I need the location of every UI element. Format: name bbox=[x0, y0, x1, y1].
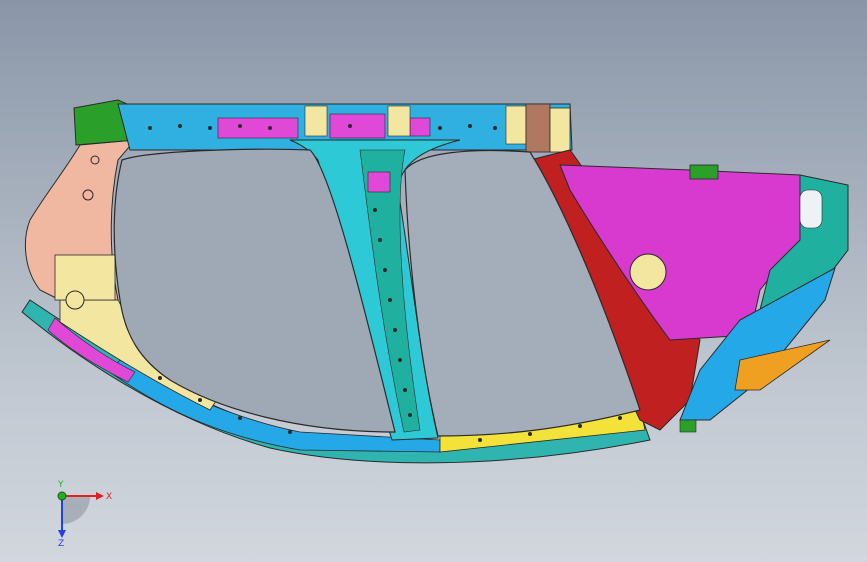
rear-quarter-wheel-hub bbox=[629, 253, 667, 291]
vehicle-side-frame-model[interactable] bbox=[0, 0, 867, 562]
roof-rail-pink-segment bbox=[217, 117, 299, 139]
roof-rail-cream-clip bbox=[304, 105, 328, 137]
a-pillar-bolt bbox=[82, 189, 94, 201]
rear-green-bracket bbox=[689, 164, 719, 180]
triad-shadow bbox=[62, 496, 90, 524]
b-pillar-pink-gusset bbox=[367, 171, 391, 193]
rear-window-cutout bbox=[799, 189, 823, 229]
y-axis-origin bbox=[57, 491, 67, 501]
c-pillar-top-brown bbox=[525, 103, 551, 153]
cad-3d-viewport[interactable]: X Y Z bbox=[0, 0, 867, 562]
c-pillar-top-cream bbox=[549, 107, 571, 153]
roof-rail-cream-clip bbox=[387, 105, 411, 137]
roof-rail-pink-segment bbox=[409, 117, 431, 137]
roof-rail-pink-segment bbox=[329, 113, 386, 139]
x-axis-arrow bbox=[96, 492, 104, 500]
y-axis-label: Y bbox=[57, 480, 64, 490]
rocker-rear-green-block bbox=[679, 419, 697, 433]
x-axis-label: X bbox=[106, 492, 112, 502]
z-axis-arrow bbox=[58, 530, 66, 538]
a-pillar-bolt bbox=[90, 155, 100, 165]
a-pillar-cream-reinforcement bbox=[54, 254, 116, 301]
axis-triad: X Y Z bbox=[57, 480, 112, 548]
roof-rail-cream-clip bbox=[505, 105, 527, 145]
a-pillar-bolt bbox=[65, 290, 85, 310]
z-axis-label: Z bbox=[58, 539, 64, 548]
